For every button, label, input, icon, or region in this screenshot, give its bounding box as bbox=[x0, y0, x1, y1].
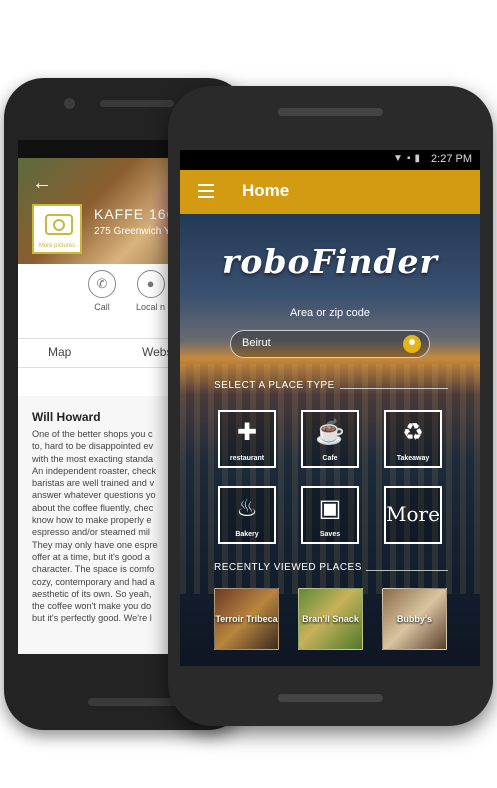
earpiece-speaker bbox=[278, 108, 383, 116]
place-type-restaurant[interactable]: ✚ restaurant bbox=[218, 410, 276, 468]
more-icon: More bbox=[386, 502, 440, 526]
recent-heading: RECENTLY VIEWED PLACES bbox=[214, 562, 362, 573]
place-type-label: Saves bbox=[319, 531, 341, 538]
home-content: roboFinder Area or zip code SELECT A PLA… bbox=[180, 214, 480, 666]
local-label: Local n bbox=[136, 302, 166, 312]
divider bbox=[340, 388, 448, 389]
app-logo: roboFinder bbox=[222, 242, 438, 281]
app-bar: Home bbox=[180, 170, 480, 214]
page-title: Home bbox=[242, 181, 290, 200]
camera-icon bbox=[45, 214, 73, 235]
status-icons: ▼▪▮ bbox=[393, 153, 424, 164]
takeaway-cup-icon: ♻ bbox=[402, 419, 424, 446]
local-button[interactable]: ● Local n bbox=[136, 270, 165, 312]
bottom-speaker bbox=[88, 698, 184, 706]
phone-icon: ✆ bbox=[88, 270, 116, 298]
search-field[interactable] bbox=[230, 330, 430, 358]
recent-place-card[interactable]: Bran'il Snack bbox=[298, 588, 363, 650]
place-type-bakery[interactable]: ♨ Bakery bbox=[218, 486, 276, 544]
bottom-speaker bbox=[278, 694, 383, 702]
place-type-label: Takeaway bbox=[396, 455, 430, 462]
front-camera bbox=[64, 98, 75, 109]
recent-place-name: Bran'il Snack bbox=[302, 614, 359, 624]
fork-knife-icon: ✚ bbox=[236, 419, 258, 446]
place-type-label: restaurant bbox=[229, 455, 265, 462]
home-screen: ▼▪▮ 2:27 PM Home roboFinder Area or zip … bbox=[180, 150, 480, 666]
divider bbox=[366, 570, 448, 571]
place-type-label: Cafe bbox=[322, 455, 338, 462]
recent-place-card[interactable]: Bubby's bbox=[382, 588, 447, 650]
place-type-more[interactable]: More bbox=[384, 486, 442, 544]
place-type-heading: SELECT A PLACE TYPE bbox=[214, 380, 335, 391]
tab-map[interactable]: Map bbox=[48, 345, 71, 359]
coffee-cup-icon: ☕ bbox=[315, 419, 345, 446]
more-pictures-label: More pictures bbox=[38, 243, 76, 249]
more-pictures-button[interactable]: More pictures bbox=[32, 204, 82, 254]
earpiece-speaker bbox=[100, 100, 174, 107]
place-type-label: Bakery bbox=[235, 531, 259, 538]
status-time: 2:27 PM bbox=[431, 153, 472, 165]
menu-icon[interactable] bbox=[198, 184, 214, 202]
location-icon: ● bbox=[136, 270, 165, 298]
recent-place-name: Terroir Tribeca bbox=[215, 614, 278, 624]
place-type-takeaway[interactable]: ♻ Takeaway bbox=[384, 410, 442, 468]
front-phone: ▼▪▮ 2:27 PM Home roboFinder Area or zip … bbox=[168, 86, 493, 726]
call-button[interactable]: ✆ Call bbox=[88, 270, 116, 312]
save-disk-icon: ▣ bbox=[318, 495, 342, 522]
arrow-left-icon[interactable]: ← bbox=[32, 172, 52, 195]
status-bar: ▼▪▮ 2:27 PM bbox=[180, 150, 480, 170]
recent-place-name: Bubby's bbox=[396, 614, 433, 624]
place-type-cafe[interactable]: ☕ Cafe bbox=[301, 410, 359, 468]
recent-place-card[interactable]: Terroir Tribeca bbox=[214, 588, 279, 650]
place-type-saves[interactable]: ▣ Saves bbox=[301, 486, 359, 544]
call-label: Call bbox=[94, 302, 110, 312]
area-input[interactable] bbox=[240, 336, 394, 350]
area-label: Area or zip code bbox=[289, 307, 371, 319]
location-pin-icon[interactable] bbox=[403, 335, 421, 353]
muffin-icon: ♨ bbox=[236, 495, 258, 522]
